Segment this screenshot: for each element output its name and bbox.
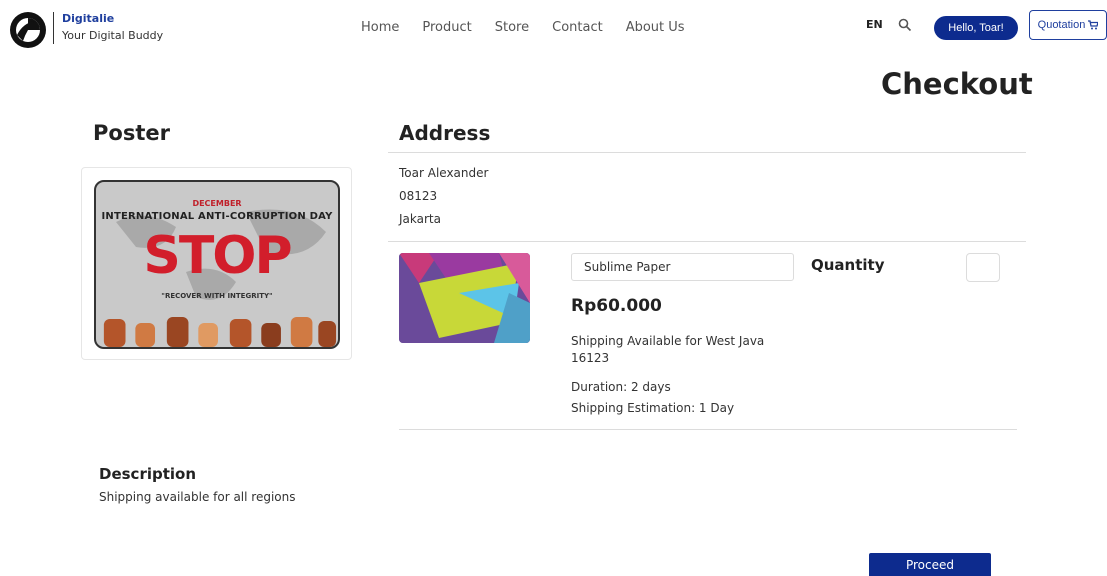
poster-month: DECEMBER — [192, 199, 242, 208]
address-city: Jakarta — [399, 212, 441, 226]
nav-store[interactable]: Store — [495, 20, 529, 35]
divider — [388, 152, 1026, 153]
brand-divider — [53, 12, 54, 44]
address-phone: 08123 — [399, 189, 438, 203]
search-icon[interactable] — [898, 18, 912, 32]
poster-headline: INTERNATIONAL ANTI-CORRUPTION DAY — [101, 211, 333, 222]
digitalie-logo-icon[interactable] — [9, 11, 47, 49]
user-greeting-button[interactable]: Hello, Toar! — [934, 16, 1018, 40]
paper-image — [399, 253, 530, 343]
shipping-duration: Duration: 2 days — [571, 380, 671, 394]
poster-image: DECEMBER INTERNATIONAL ANTI-CORRUPTION D… — [94, 180, 340, 349]
proceed-button[interactable]: Proceed — [869, 553, 991, 576]
nav-contact[interactable]: Contact — [552, 20, 603, 35]
product-price: Rp60.000 — [571, 296, 662, 316]
description-text: Shipping available for all regions — [99, 490, 296, 504]
raised-fists-icon — [103, 317, 337, 347]
page-title: Checkout — [881, 67, 1033, 101]
description-heading: Description — [99, 465, 197, 483]
shipping-postal-code: 16123 — [571, 351, 610, 365]
address-name: Toar Alexander — [399, 166, 489, 180]
poster-heading: Poster — [93, 121, 170, 145]
poster-stop-text: STOP — [143, 226, 292, 286]
shipping-region: Shipping Available for West Java — [571, 334, 765, 348]
quantity-input[interactable] — [966, 253, 1000, 282]
address-heading: Address — [399, 121, 491, 145]
cart-icon — [1088, 20, 1099, 30]
nav-home[interactable]: Home — [361, 20, 399, 35]
divider — [388, 241, 1026, 242]
brand-name[interactable]: Digitalie — [62, 12, 114, 25]
divider — [399, 429, 1017, 430]
product-name-field[interactable]: Sublime Paper — [571, 253, 794, 281]
language-selector[interactable]: EN — [866, 18, 883, 31]
main-nav: Home Product Store Contact About Us — [361, 20, 708, 35]
poster-subtext: "RECOVER WITH INTEGRITY" — [161, 292, 273, 300]
product-image — [399, 253, 530, 343]
quotation-label: Quotation — [1037, 19, 1086, 31]
poster-card: DECEMBER INTERNATIONAL ANTI-CORRUPTION D… — [81, 167, 352, 360]
quantity-label: Quantity — [811, 256, 885, 274]
nav-about-us[interactable]: About Us — [626, 20, 685, 35]
brand-tagline: Your Digital Buddy — [62, 29, 164, 42]
quotation-button[interactable]: Quotation — [1029, 10, 1107, 40]
shipping-estimation: Shipping Estimation: 1 Day — [571, 401, 735, 415]
nav-product[interactable]: Product — [422, 20, 471, 35]
